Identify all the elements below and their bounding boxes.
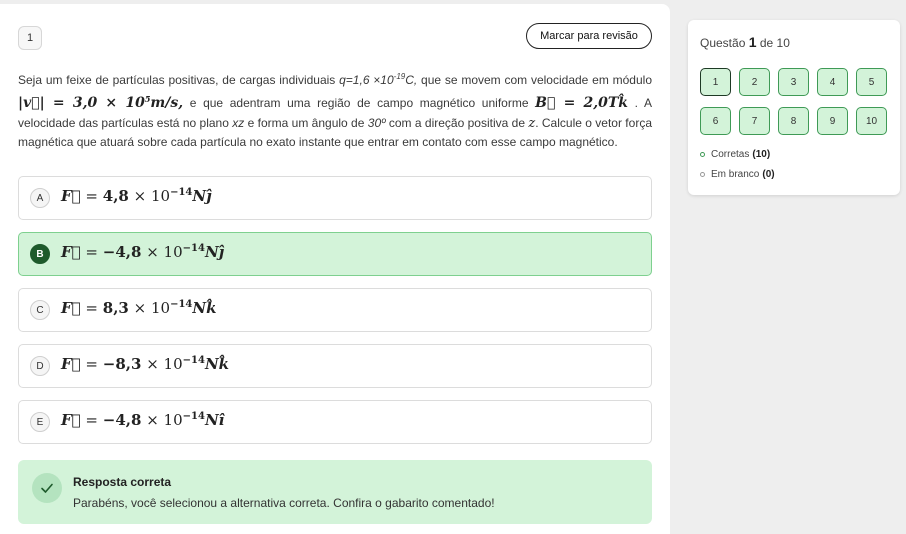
blank-dot-icon <box>700 172 705 177</box>
question-card: 1 Marcar para revisão Seja um feixe de p… <box>0 4 670 534</box>
legend-blank: Em branco (0) <box>700 169 775 180</box>
feedback-title: Resposta correta <box>73 475 172 489</box>
option-formula: F⃗ = 4,8 × 10−14Nĵ <box>61 187 212 205</box>
option-formula: F⃗ = −4,8 × 10−14Nĵ <box>61 243 225 261</box>
question-button-1[interactable]: 1 <box>700 68 731 96</box>
option-letter: E <box>30 412 50 432</box>
check-icon <box>32 473 62 503</box>
option-d[interactable]: D F⃗ = −8,3 × 10−14Nk̂ <box>18 344 652 388</box>
magnetic-field-formula: B⃗ = 2,0Tk̂ <box>535 95 629 112</box>
charge-value: q=1,6 ×10 <box>339 73 394 87</box>
question-button-4[interactable]: 4 <box>817 68 848 96</box>
option-letter: C <box>30 300 50 320</box>
navigator-title: Questão 1 de 10 <box>700 34 790 50</box>
question-button-6[interactable]: 6 <box>700 107 731 135</box>
option-formula: F⃗ = 8,3 × 10−14Nk̂ <box>61 299 217 317</box>
question-button-5[interactable]: 5 <box>856 68 887 96</box>
question-button-10[interactable]: 10 <box>856 107 887 135</box>
question-number-badge: 1 <box>18 26 42 50</box>
option-c[interactable]: C F⃗ = 8,3 × 10−14Nk̂ <box>18 288 652 332</box>
option-formula: F⃗ = −8,3 × 10−14Nk̂ <box>61 355 230 373</box>
option-formula: F⃗ = −4,8 × 10−14Nî <box>61 411 225 429</box>
feedback-text: Parabéns, você selecionou a alternativa … <box>73 496 495 510</box>
option-b[interactable]: B F⃗ = −4,8 × 10−14Nĵ <box>18 232 652 276</box>
feedback-panel: Resposta correta Parabéns, você selecion… <box>18 460 652 524</box>
option-letter: A <box>30 188 50 208</box>
option-e[interactable]: E F⃗ = −4,8 × 10−14Nî <box>18 400 652 444</box>
question-button-3[interactable]: 3 <box>778 68 809 96</box>
question-button-9[interactable]: 9 <box>817 107 848 135</box>
legend-correct: Corretas (10) <box>700 149 770 160</box>
mark-for-review-button[interactable]: Marcar para revisão <box>526 23 652 49</box>
question-button-2[interactable]: 2 <box>739 68 770 96</box>
question-button-8[interactable]: 8 <box>778 107 809 135</box>
correct-dot-icon <box>700 152 705 157</box>
question-navigator: Questão 1 de 10 1 2 3 4 5 6 7 8 9 10 Corretas (10)… <box>688 20 900 195</box>
option-letter: D <box>30 356 50 376</box>
option-letter: B <box>30 244 50 264</box>
question-button-7[interactable]: 7 <box>739 107 770 135</box>
option-a[interactable]: A F⃗ = 4,8 × 10−14Nĵ <box>18 176 652 220</box>
velocity-formula: |v⃗| = 3,0 × 10 <box>18 95 145 112</box>
question-statement: Seja um feixe de partículas positivas, d… <box>18 72 653 149</box>
